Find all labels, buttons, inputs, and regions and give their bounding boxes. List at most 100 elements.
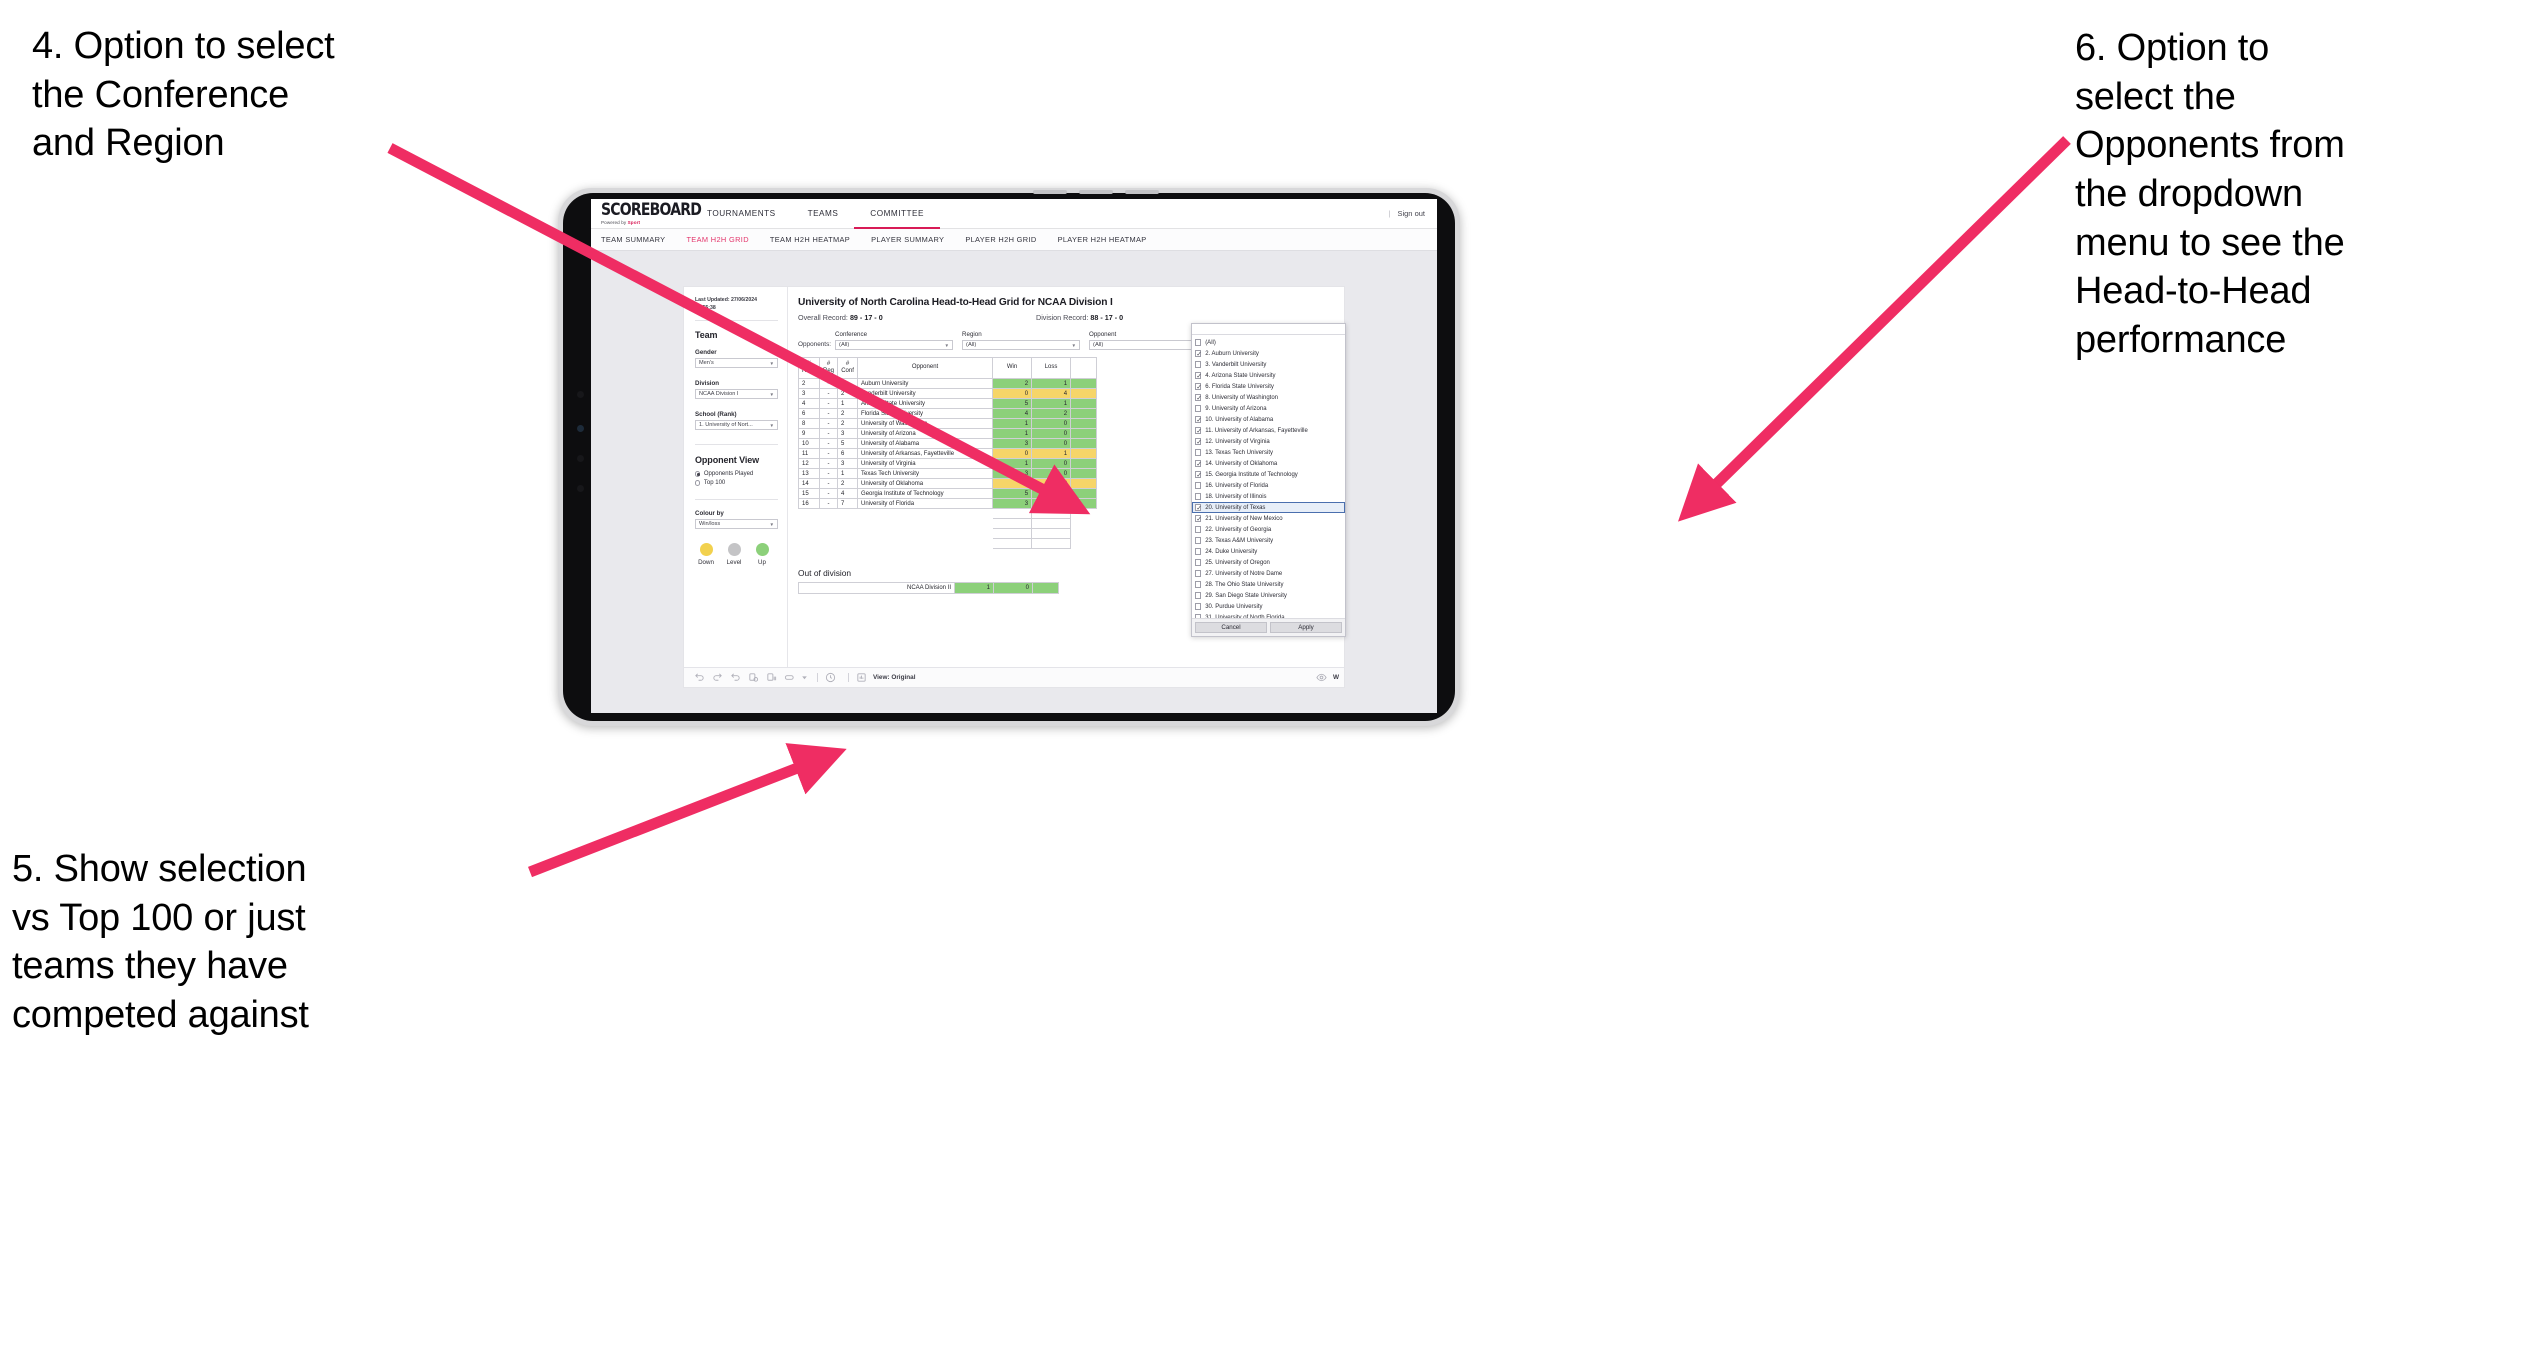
top-nav-teams[interactable]: TEAMS xyxy=(792,199,855,229)
opponent-search-input[interactable] xyxy=(1192,324,1345,335)
gender-select[interactable]: Men's ▼ xyxy=(695,358,778,368)
checkbox-icon[interactable] xyxy=(1195,581,1202,588)
checkbox-checked-icon[interactable] xyxy=(1195,459,1202,469)
checkbox-icon[interactable] xyxy=(1195,537,1202,544)
view-original-label[interactable]: View: Original xyxy=(873,674,916,681)
opponent-option[interactable]: 16. University of Florida xyxy=(1192,480,1345,491)
toolbar-right-label[interactable]: W xyxy=(1333,674,1339,681)
col-reg[interactable]: # Reg xyxy=(819,357,839,379)
opponent-option[interactable]: 24. Duke University xyxy=(1192,546,1345,557)
chevron-down-icon[interactable] xyxy=(801,671,808,684)
table-row[interactable]: 2-1 Auburn University 2 1 xyxy=(797,378,1098,389)
checkbox-checked-icon[interactable] xyxy=(1195,393,1202,403)
subnav-player-h2h-heatmap[interactable]: PLAYER H2H HEATMAP xyxy=(1058,235,1147,244)
table-row[interactable]: 3-2 Vanderbilt University 0 4 xyxy=(797,388,1098,399)
top-nav-committee[interactable]: COMMITTEE xyxy=(854,199,940,229)
checkbox-icon[interactable] xyxy=(1195,559,1202,566)
opponent-option[interactable]: 3. Vanderbilt University xyxy=(1192,359,1345,370)
checkbox-icon[interactable] xyxy=(1195,548,1202,555)
opponent-option[interactable]: 9. University of Arizona xyxy=(1192,403,1345,414)
checkbox-checked-icon[interactable] xyxy=(1195,371,1202,381)
opponent-option[interactable]: 13. Texas Tech University xyxy=(1192,447,1345,458)
opponent-option[interactable]: 22. University of Georgia xyxy=(1192,524,1345,535)
checkbox-icon[interactable] xyxy=(1195,570,1202,577)
checkbox-icon[interactable] xyxy=(1195,482,1202,489)
opponent-option[interactable]: 14. University of Oklahoma xyxy=(1192,458,1345,469)
checkbox-checked-icon[interactable] xyxy=(1195,415,1202,425)
table-row[interactable]: 13-1 Texas Tech University 3 0 xyxy=(797,468,1098,479)
subnav-player-h2h-grid[interactable]: PLAYER H2H GRID xyxy=(965,235,1036,244)
checkbox-icon[interactable] xyxy=(1195,339,1202,346)
opponent-option-list[interactable]: (All) 2. Auburn University 3. Vanderbilt U… xyxy=(1192,335,1345,618)
revert-icon[interactable] xyxy=(729,671,742,684)
checkbox-icon[interactable] xyxy=(1195,614,1202,618)
checkbox-icon[interactable] xyxy=(1195,405,1202,412)
pause-auto-update-icon[interactable] xyxy=(824,671,837,684)
table-row[interactable]: 14-2 University of Oklahoma 1 2 xyxy=(797,478,1098,489)
share-icon[interactable] xyxy=(783,671,796,684)
table-row[interactable]: 12-3 University of Virginia 1 0 xyxy=(797,458,1098,469)
col-loss[interactable]: Loss xyxy=(1031,357,1072,379)
checkbox-checked-icon[interactable] xyxy=(1195,470,1202,480)
sign-out-link[interactable]: Sign out xyxy=(1397,209,1425,218)
table-row[interactable]: 16-7 University of Florida 3 1 xyxy=(797,498,1098,509)
opponent-option[interactable]: 8. University of Washington xyxy=(1192,392,1345,403)
checkbox-icon[interactable] xyxy=(1195,493,1202,500)
checkbox-icon[interactable] xyxy=(1195,361,1202,368)
checkbox-icon[interactable] xyxy=(1195,526,1202,533)
opponent-option[interactable]: 25. University of Oregon xyxy=(1192,557,1345,568)
checkbox-checked-icon[interactable] xyxy=(1195,382,1202,392)
opponent-option[interactable]: 21. University of New Mexico xyxy=(1192,513,1345,524)
table-row[interactable]: 4-1 Arizona State University 5 1 xyxy=(797,398,1098,409)
subnav-team-h2h-grid[interactable]: TEAM H2H GRID xyxy=(686,235,748,244)
col-win[interactable]: Win xyxy=(992,357,1033,379)
opponent-option[interactable]: 11. University of Arkansas, Fayetteville xyxy=(1192,425,1345,436)
checkbox-icon[interactable] xyxy=(1195,603,1202,610)
opponent-option[interactable]: (All) xyxy=(1192,337,1345,348)
checkbox-checked-icon[interactable] xyxy=(1195,503,1202,513)
subnav-team-summary[interactable]: TEAM SUMMARY xyxy=(601,235,665,244)
opponent-option[interactable]: 6. Florida State University xyxy=(1192,381,1345,392)
cancel-button[interactable]: Cancel xyxy=(1195,622,1267,633)
pause-updates-icon[interactable] xyxy=(765,671,778,684)
table-row[interactable]: 9-3 University of Arizona 1 0 xyxy=(797,428,1098,439)
watch-icon[interactable] xyxy=(1315,671,1328,684)
table-row[interactable]: 8-2 University of Washington 1 0 xyxy=(797,418,1098,429)
refresh-data-icon[interactable] xyxy=(747,671,760,684)
table-row[interactable]: 6-2 Florida State University 4 2 xyxy=(797,408,1098,419)
region-select[interactable]: (All) ▼ xyxy=(962,340,1081,350)
checkbox-checked-icon[interactable] xyxy=(1195,437,1202,447)
opponent-option[interactable]: 4. Arizona State University xyxy=(1192,370,1345,381)
col-rank[interactable]: # Rank xyxy=(797,357,821,379)
table-row[interactable]: 10-5 University of Alabama 3 0 xyxy=(797,438,1098,449)
opponent-option[interactable]: 12. University of Virginia xyxy=(1192,436,1345,447)
checkbox-checked-icon[interactable] xyxy=(1195,514,1202,524)
app-logo[interactable]: SCOREBOARD Powered by Sport xyxy=(591,201,702,224)
opponent-option[interactable]: 29. San Diego State University xyxy=(1192,590,1345,601)
checkbox-checked-icon[interactable] xyxy=(1195,426,1202,436)
opponent-option[interactable]: 2. Auburn University xyxy=(1192,348,1345,359)
table-row[interactable]: 11-6 University of Arkansas, Fayetteville… xyxy=(797,448,1098,459)
checkbox-checked-icon[interactable] xyxy=(1195,349,1202,359)
radio-top-100[interactable]: Top 100 xyxy=(695,480,778,486)
school-rank-select[interactable]: 1. University of Nort... ▼ xyxy=(695,420,778,430)
opponent-option[interactable]: 18. University of Illinois xyxy=(1192,491,1345,502)
opponent-option[interactable]: 30. Purdue University xyxy=(1192,601,1345,612)
redo-icon[interactable] xyxy=(711,671,724,684)
out-of-division-row[interactable]: NCAA Division II 1 0 xyxy=(798,582,1059,594)
opponent-option[interactable]: 15. Georgia Institute of Technology xyxy=(1192,469,1345,480)
col-opponent[interactable]: Opponent xyxy=(857,357,994,379)
opponent-option[interactable]: 27. University of Notre Dame xyxy=(1192,568,1345,579)
conference-select[interactable]: (All) ▼ xyxy=(835,340,954,350)
opponent-option[interactable]: 28. The Ohio State University xyxy=(1192,579,1345,590)
col-conf[interactable]: # Conf xyxy=(837,357,859,379)
subnav-team-h2h-heatmap[interactable]: TEAM H2H HEATMAP xyxy=(770,235,850,244)
opponent-option[interactable]: 10. University of Alabama xyxy=(1192,414,1345,425)
checkbox-icon[interactable] xyxy=(1195,449,1202,456)
checkbox-icon[interactable] xyxy=(1195,592,1202,599)
radio-opponents-played[interactable]: Opponents Played xyxy=(695,471,778,477)
opponent-option[interactable]: 23. Texas A&M University xyxy=(1192,535,1345,546)
table-row[interactable]: 15-4 Georgia Institute of Technology 5 0 xyxy=(797,488,1098,499)
apply-button[interactable]: Apply xyxy=(1270,622,1342,633)
view-original-icon[interactable] xyxy=(855,671,868,684)
